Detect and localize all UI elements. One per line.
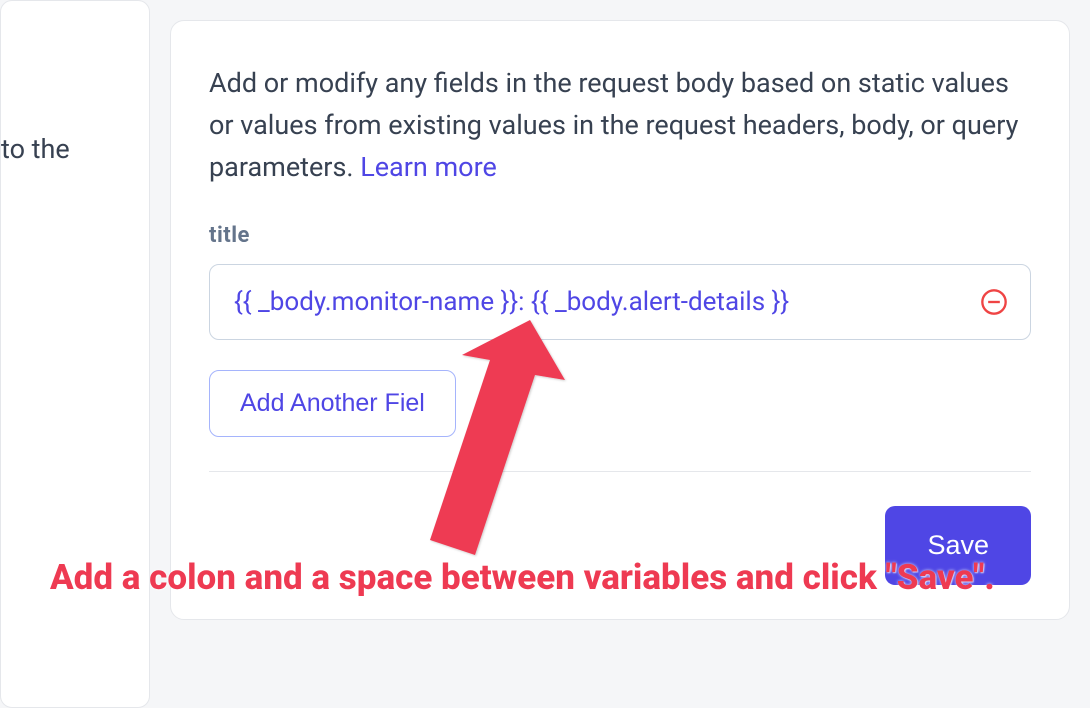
description-body: Add or modify any fields in the request … [209,67,1018,183]
save-button[interactable]: Save [885,506,1031,585]
field-label-title: title [209,223,1031,248]
title-input[interactable] [234,287,970,317]
left-panel-text-fragment: to the [1,131,70,169]
learn-more-link[interactable]: Learn more [360,151,497,183]
remove-field-icon[interactable] [980,288,1008,316]
section-divider [209,471,1031,472]
main-config-panel: Add or modify any fields in the request … [170,20,1070,620]
title-input-wrapper [209,264,1031,340]
description-text: Add or modify any fields in the request … [209,63,1031,189]
save-button-row: Save [209,506,1031,585]
add-another-field-button[interactable]: Add Another Fiel [209,370,456,437]
left-sidebar-panel: to the [0,0,150,708]
